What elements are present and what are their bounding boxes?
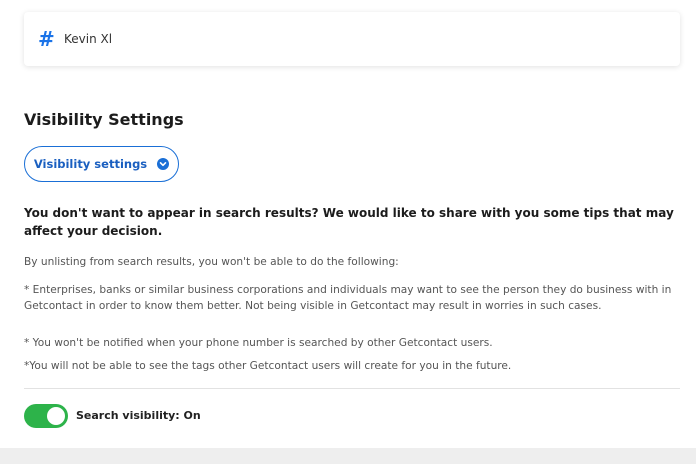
point-tags: *You will not be able to see the tags ot… <box>24 360 512 372</box>
page: # Kevin Xl Visibility Settings Visibilit… <box>0 0 696 464</box>
visibility-settings-button-label: Visibility settings <box>33 157 148 171</box>
search-visibility-label: Search visibility: On <box>76 409 201 422</box>
visibility-settings-button[interactable]: Visibility settings <box>24 146 179 182</box>
section-title: Visibility Settings <box>24 110 184 129</box>
footer-band <box>0 448 696 464</box>
tag-card: # Kevin Xl <box>24 12 680 66</box>
tips-heading: You don't want to appear in search resul… <box>24 206 674 238</box>
hash-icon: # <box>38 27 55 51</box>
point-notifications: * You won't be notified when your phone … <box>24 337 493 349</box>
point-business: * Enterprises, banks or similar business… <box>24 284 672 312</box>
search-visibility-toggle[interactable] <box>24 404 68 428</box>
divider <box>24 388 680 389</box>
toggle-knob <box>47 407 65 425</box>
tag-name: Kevin Xl <box>64 32 113 46</box>
chevron-down-icon <box>157 158 170 170</box>
unlist-intro: By unlisting from search results, you wo… <box>24 256 399 268</box>
